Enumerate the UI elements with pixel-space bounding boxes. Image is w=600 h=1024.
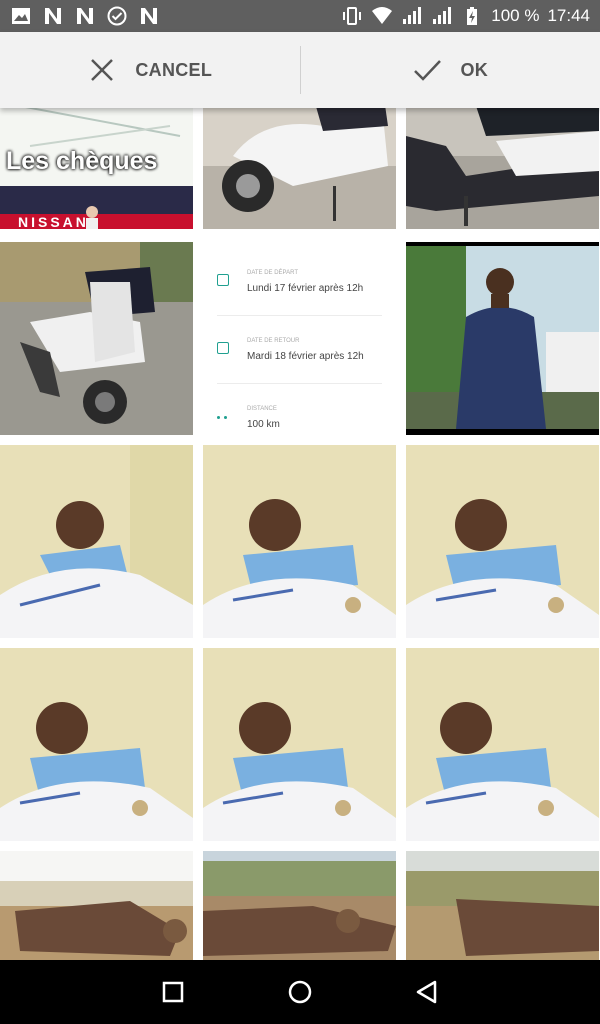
return-row: DATE DE RETOUR Mardi 18 février après 12…: [217, 320, 382, 384]
photo-caption: Les chèques: [6, 147, 158, 175]
cancel-button[interactable]: CANCEL: [0, 32, 300, 108]
departure-label: DATE DE DÉPART: [247, 270, 299, 276]
home-button[interactable]: [280, 972, 320, 1012]
photo-banner-text: NISSAN: [18, 214, 89, 229]
signal-icon: [431, 6, 453, 26]
photo-thumbnail[interactable]: [0, 648, 193, 841]
photo-thumbnail[interactable]: [406, 108, 599, 229]
back-button[interactable]: [407, 972, 447, 1012]
distance-icon: [217, 416, 229, 428]
departure-row: DATE DE DÉPART Lundi 17 février après 12…: [217, 252, 382, 316]
back-icon: [416, 980, 436, 1004]
close-icon: [91, 59, 114, 81]
check-circle-icon: [106, 6, 128, 26]
home-icon: [288, 980, 312, 1004]
cancel-label: CANCEL: [135, 59, 213, 80]
action-bar: CANCEL OK: [0, 32, 600, 108]
return-value: Mardi 18 février après 12h: [247, 351, 364, 362]
booking-details-thumbnail[interactable]: DATE DE DÉPART Lundi 17 février après 12…: [203, 242, 396, 435]
calendar-icon: [217, 274, 229, 286]
photo-thumbnail[interactable]: [406, 242, 599, 435]
n-icon: [42, 6, 64, 26]
photo-thumbnail[interactable]: [406, 851, 599, 960]
distance-row: DISTANCE 100 km: [217, 388, 382, 435]
check-icon: [414, 60, 442, 81]
recents-button[interactable]: [153, 972, 193, 1012]
n-icon: [74, 6, 96, 26]
photo-thumbnail[interactable]: [203, 445, 396, 638]
vibrate-icon: [341, 6, 363, 26]
ok-label: OK: [460, 59, 489, 80]
ok-button[interactable]: OK: [301, 32, 600, 108]
signal-icon: [401, 6, 423, 26]
photo-thumbnail[interactable]: [203, 648, 396, 841]
photo-thumbnail[interactable]: [406, 648, 599, 841]
photo-thumbnail[interactable]: [203, 108, 396, 229]
battery-percent: 100 %: [491, 6, 540, 25]
calendar-icon: [217, 342, 229, 354]
photo-thumbnail[interactable]: [0, 851, 193, 960]
photo-thumbnail[interactable]: [406, 445, 599, 638]
clock: 17:44: [547, 6, 590, 25]
departure-value: Lundi 17 février après 12h: [247, 283, 364, 294]
wifi-icon: [371, 6, 393, 26]
recents-icon: [163, 981, 184, 1003]
photo-grid: Les chèques NISSAN DATE DE DÉPART Lundi …: [0, 108, 600, 960]
photo-thumbnail[interactable]: [0, 445, 193, 638]
distance-value: 100 km: [247, 419, 280, 430]
photo-thumbnail[interactable]: [203, 851, 396, 960]
distance-label: DISTANCE: [247, 406, 277, 412]
photo-picker-screen: 100 % 17:44 CANCEL OK Les chèques NISSAN…: [0, 0, 600, 1024]
photo-thumbnail[interactable]: [0, 242, 193, 435]
navigation-bar: [0, 960, 600, 1024]
return-label: DATE DE RETOUR: [247, 338, 300, 344]
battery-charging-icon: [461, 6, 483, 26]
image-icon: [10, 6, 32, 26]
photo-thumbnail[interactable]: Les chèques NISSAN: [0, 108, 193, 229]
n-icon: [138, 6, 160, 26]
status-bar: 100 % 17:44: [0, 0, 600, 32]
